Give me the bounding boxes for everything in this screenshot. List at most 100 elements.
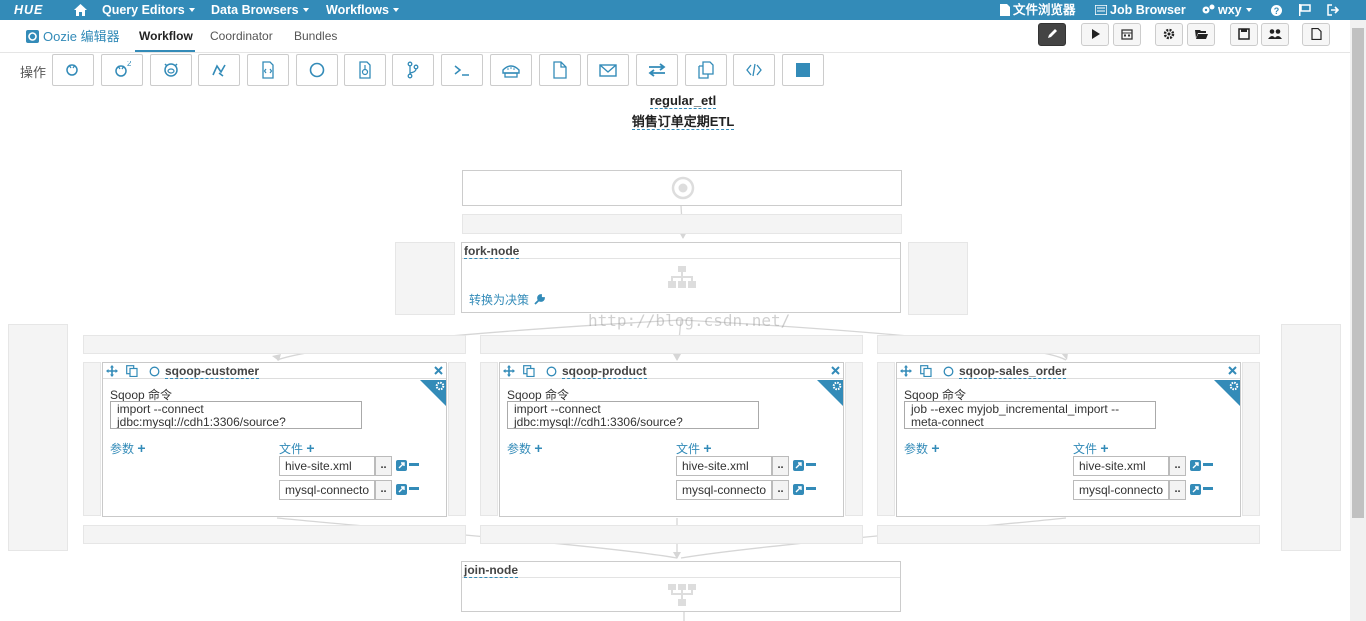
scrollbar-thumb[interactable] xyxy=(1352,28,1364,518)
sitemap-icon xyxy=(668,266,696,288)
files-link[interactable]: 文件 + xyxy=(1073,440,1109,457)
params-label: 参数 xyxy=(110,442,135,456)
remove-icon[interactable] xyxy=(409,487,419,491)
remove-icon[interactable] xyxy=(806,463,816,467)
browse-file-button[interactable]: .. xyxy=(1169,480,1186,500)
remove-icon[interactable] xyxy=(806,487,816,491)
sqoop-circle-icon xyxy=(149,366,160,377)
sqoop-circle-icon xyxy=(943,366,954,377)
files-link[interactable]: 文件 + xyxy=(676,440,712,457)
move-icon[interactable] xyxy=(106,365,118,377)
drop-zone[interactable] xyxy=(480,335,863,354)
params-link[interactable]: 参数 + xyxy=(904,440,940,457)
external-link-icon[interactable] xyxy=(396,460,407,471)
file-input[interactable]: mysql-connecto xyxy=(1073,480,1169,500)
sqoop-command-textarea[interactable]: import --connect jdbc:mysql://cdh1:3306/… xyxy=(507,401,759,429)
params-link[interactable]: 参数 + xyxy=(110,440,146,457)
move-icon[interactable] xyxy=(503,365,515,377)
browse-file-button[interactable]: .. xyxy=(375,456,392,476)
sqoop-command-textarea[interactable]: import --connect jdbc:mysql://cdh1:3306/… xyxy=(110,401,362,429)
join-icon xyxy=(668,584,696,606)
drop-zone[interactable] xyxy=(845,362,863,516)
browse-file-button[interactable]: .. xyxy=(1169,456,1186,476)
plus-icon: + xyxy=(534,440,543,456)
external-link-icon[interactable] xyxy=(396,484,407,495)
sqoop-command-textarea[interactable]: job --exec myjob_incremental_import -- m… xyxy=(904,401,1156,429)
file-input[interactable]: hive-site.xml xyxy=(1073,456,1169,476)
convert-to-decision-link[interactable]: 转换为决策 xyxy=(469,291,546,308)
plus-icon: + xyxy=(137,440,146,456)
sqoop-action-node[interactable]: sqoop-product Sqoop 命令 import --connect jd… xyxy=(499,362,844,517)
vertical-scrollbar[interactable] xyxy=(1350,20,1366,621)
file-input[interactable]: mysql-connecto xyxy=(279,480,375,500)
close-icon[interactable] xyxy=(434,366,443,375)
external-link-icon[interactable] xyxy=(793,484,804,495)
params-label: 参数 xyxy=(904,442,929,456)
files-label: 文件 xyxy=(676,442,701,456)
join-node-name[interactable]: join-node xyxy=(464,563,518,578)
drop-zone[interactable] xyxy=(877,335,1260,354)
gear-icon[interactable] xyxy=(435,381,445,391)
close-icon[interactable] xyxy=(1228,366,1237,375)
drop-zone[interactable] xyxy=(448,362,466,516)
gear-icon[interactable] xyxy=(1229,381,1239,391)
hue-window: HUE Query Editors Data Browsers Workflow… xyxy=(0,0,1366,621)
drop-zone[interactable] xyxy=(480,525,863,544)
copy-icon[interactable] xyxy=(126,365,138,377)
remove-icon[interactable] xyxy=(1203,487,1213,491)
action-name[interactable]: sqoop-sales_order xyxy=(959,364,1067,379)
drop-zone[interactable] xyxy=(1242,362,1260,516)
copy-icon[interactable] xyxy=(920,365,932,377)
action-name[interactable]: sqoop-customer xyxy=(165,364,260,379)
sqoop-circle-icon xyxy=(546,366,557,377)
plus-icon: + xyxy=(1100,440,1109,456)
drop-zone[interactable] xyxy=(908,242,968,315)
params-label: 参数 xyxy=(507,442,532,456)
files-label: 文件 xyxy=(279,442,304,456)
fork-node[interactable]: fork-node 转换为决策 xyxy=(461,242,901,313)
drop-zone[interactable] xyxy=(83,525,466,544)
start-node[interactable] xyxy=(462,170,902,206)
fork-node-header xyxy=(462,243,900,259)
file-input[interactable]: hive-site.xml xyxy=(676,456,772,476)
sqoop-action-node[interactable]: sqoop-sales_order Sqoop 命令 job --exec myjo… xyxy=(896,362,1241,517)
drop-zone[interactable] xyxy=(395,242,455,315)
browse-file-button[interactable]: .. xyxy=(772,456,789,476)
remove-icon[interactable] xyxy=(409,463,419,467)
files-label: 文件 xyxy=(1073,442,1098,456)
fork-node-name[interactable]: fork-node xyxy=(464,244,520,259)
browse-file-button[interactable]: .. xyxy=(375,480,392,500)
external-link-icon[interactable] xyxy=(1190,460,1201,471)
gear-icon[interactable] xyxy=(832,381,842,391)
convert-to-decision-label: 转换为决策 xyxy=(469,293,530,307)
remove-icon[interactable] xyxy=(1203,463,1213,467)
plus-icon: + xyxy=(931,440,940,456)
drop-zone[interactable] xyxy=(1281,324,1341,551)
drop-zone[interactable] xyxy=(83,335,466,354)
sqoop-action-node[interactable]: sqoop-customer Sqoop 命令 import --connect j… xyxy=(102,362,447,517)
wrench-icon xyxy=(534,294,546,305)
params-link[interactable]: 参数 + xyxy=(507,440,543,457)
join-node-header xyxy=(462,562,900,578)
browse-file-button[interactable]: .. xyxy=(772,480,789,500)
move-icon[interactable] xyxy=(900,365,912,377)
join-node[interactable]: join-node xyxy=(461,561,901,612)
plus-icon: + xyxy=(306,440,315,456)
watermark-text: http://blog.csdn.net/ xyxy=(588,311,791,330)
drop-zone[interactable] xyxy=(480,362,498,516)
plus-icon: + xyxy=(703,440,712,456)
file-input[interactable]: hive-site.xml xyxy=(279,456,375,476)
action-name[interactable]: sqoop-product xyxy=(562,364,647,379)
external-link-icon[interactable] xyxy=(1190,484,1201,495)
file-input[interactable]: mysql-connecto xyxy=(676,480,772,500)
start-target-icon xyxy=(671,176,695,200)
copy-icon[interactable] xyxy=(523,365,535,377)
close-icon[interactable] xyxy=(831,366,840,375)
external-link-icon[interactable] xyxy=(793,460,804,471)
files-link[interactable]: 文件 + xyxy=(279,440,315,457)
drop-zone[interactable] xyxy=(462,214,902,234)
drop-zone[interactable] xyxy=(877,525,1260,544)
drop-zone[interactable] xyxy=(877,362,895,516)
drop-zone[interactable] xyxy=(83,362,101,516)
drop-zone[interactable] xyxy=(8,324,68,551)
